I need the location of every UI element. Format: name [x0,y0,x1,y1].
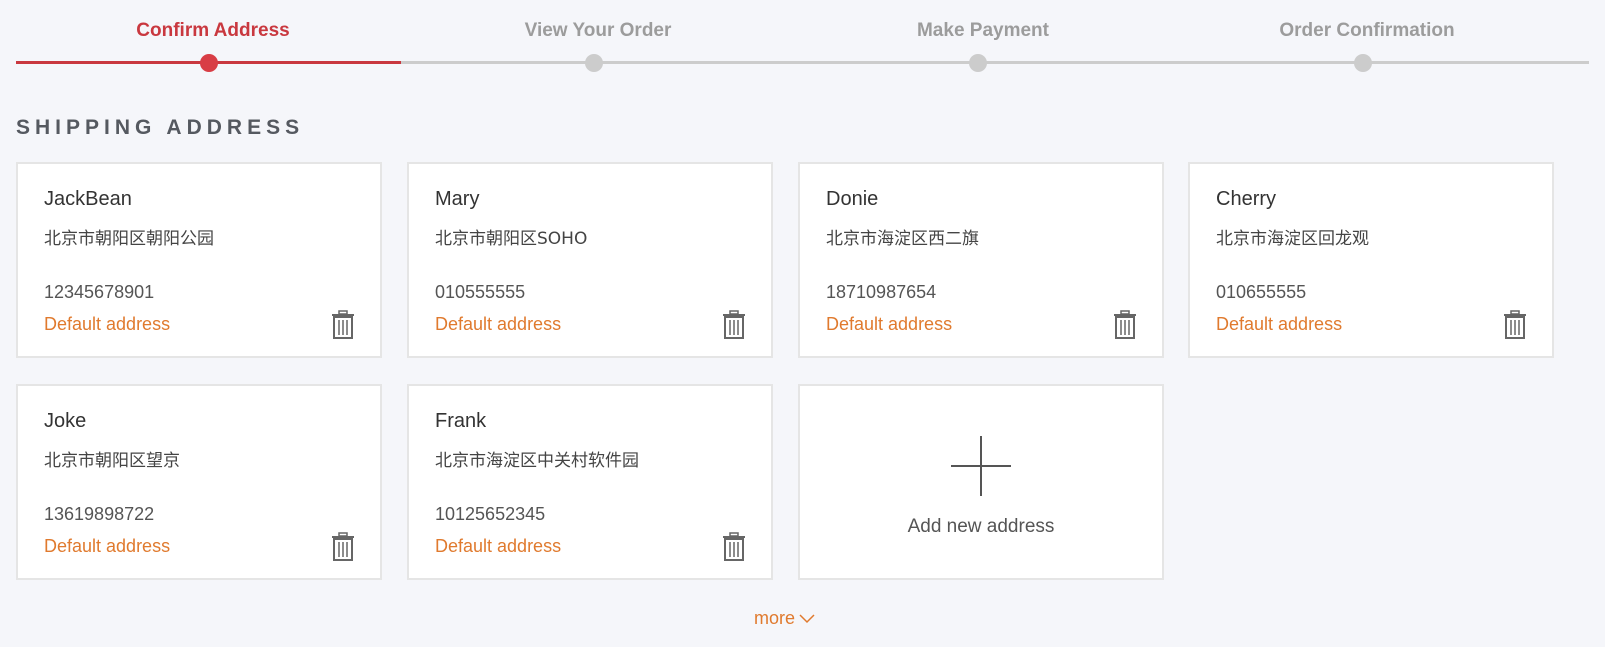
step-dot-confirm-address [200,54,218,72]
trash-icon[interactable] [330,310,356,340]
step-labels: Confirm Address View Your Order Make Pay… [16,20,1589,44]
address-phone: 18710987654 [826,282,937,302]
default-address-link[interactable]: Default address [44,314,170,335]
default-address-link[interactable]: Default address [44,536,170,557]
address-name: Donie [826,188,879,210]
address-name: Mary [435,188,480,210]
default-address-link[interactable]: Default address [1216,314,1342,335]
address-card[interactable]: JackBean 北京市朝阳区朝阳公园 12345678901 Default … [16,162,382,358]
section-title: SHIPPING ADDRESS [16,116,305,139]
address-phone: 12345678901 [44,282,155,302]
trash-icon[interactable] [721,310,747,340]
more-button[interactable]: more [754,608,815,629]
default-address-link[interactable]: Default address [435,314,561,335]
checkout-stepper: Confirm Address View Your Order Make Pay… [16,0,1589,80]
address-phone: 010655555 [1216,282,1307,302]
step-confirm-address[interactable]: Confirm Address [16,20,410,42]
address-card[interactable]: Frank 北京市海淀区中关村软件园 10125652345 Default a… [407,384,773,580]
step-dot-view-your-order [585,54,603,72]
chevron-down-icon [799,613,815,623]
address-phone: 10125652345 [435,504,546,524]
default-address-link[interactable]: Default address [826,314,952,335]
trash-icon[interactable] [721,532,747,562]
trash-icon[interactable] [330,532,356,562]
address-card[interactable]: Donie 北京市海淀区西二旗 18710987654 Default addr… [798,162,1164,358]
trash-icon[interactable] [1502,310,1528,340]
address-name: Cherry [1216,188,1277,210]
address-card[interactable]: Joke 北京市朝阳区望京 13619898722 Default addres… [16,384,382,580]
add-new-address-button[interactable]: Add new address [798,384,1164,580]
address-card[interactable]: Cherry 北京市海淀区回龙观 010655555 Default addre… [1188,162,1554,358]
add-new-address-label: Add new address [907,516,1055,537]
address-name: JackBean [44,188,132,210]
default-address-link[interactable]: Default address [435,536,561,557]
address-text: 北京市海淀区回龙观 [1216,229,1369,249]
step-make-payment[interactable]: Make Payment [786,20,1180,42]
checkout-page: Confirm Address View Your Order Make Pay… [0,0,1605,647]
address-text: 北京市朝阳区望京 [44,451,180,471]
step-view-your-order[interactable]: View Your Order [401,20,795,42]
address-card[interactable]: Mary 北京市朝阳区SOHO 010555555 Default addres… [407,162,773,358]
address-phone: 13619898722 [44,504,155,524]
address-text: 北京市海淀区中关村软件园 [435,451,639,471]
step-order-confirmation[interactable]: Order Confirmation [1170,20,1564,42]
trash-icon[interactable] [1112,310,1138,340]
step-dot-order-confirmation [1354,54,1372,72]
plus-icon [951,436,1011,496]
address-phone: 010555555 [435,282,526,302]
step-dot-make-payment [969,54,987,72]
address-name: Frank [435,410,487,432]
address-text: 北京市海淀区西二旗 [826,229,979,249]
address-text: 北京市朝阳区SOHO [435,229,588,249]
more-label: more [754,608,796,628]
address-text: 北京市朝阳区朝阳公园 [44,229,214,249]
address-name: Joke [44,410,87,432]
